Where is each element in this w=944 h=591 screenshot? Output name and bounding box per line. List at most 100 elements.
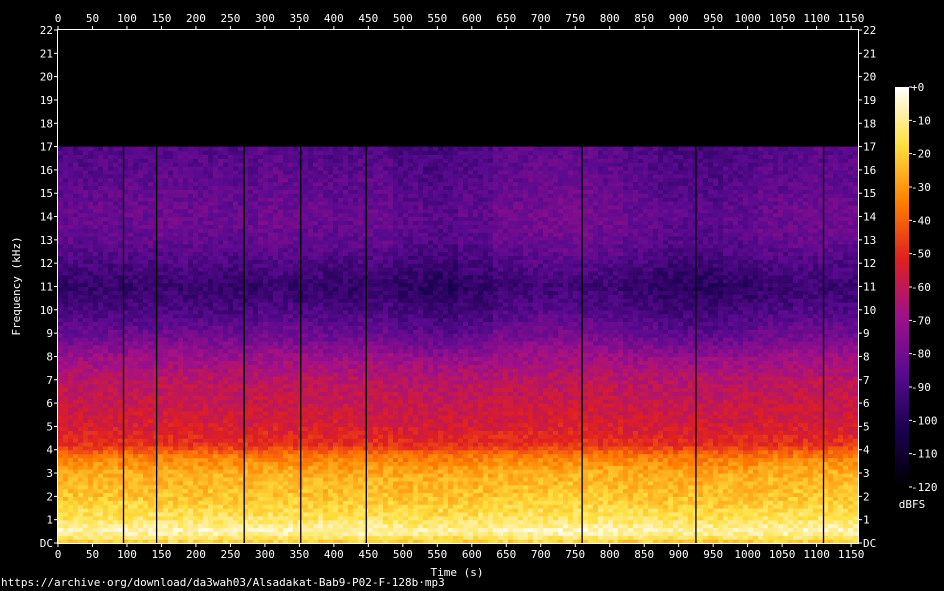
spectrogram-cell bbox=[63, 496, 69, 501]
spectrogram-cell bbox=[218, 469, 224, 474]
spectrogram-cell bbox=[498, 523, 504, 529]
spectrogram-cell bbox=[278, 476, 284, 482]
spectrogram-cell bbox=[218, 492, 224, 497]
spectrogram-cell bbox=[433, 445, 439, 451]
spectrogram-cell bbox=[828, 504, 834, 509]
spectrogram-cell bbox=[383, 492, 389, 497]
spectrogram-cell bbox=[258, 523, 264, 529]
spectrogram-cell bbox=[373, 461, 379, 466]
spectrogram-cell bbox=[288, 480, 294, 486]
spectrogram-cell bbox=[188, 453, 194, 459]
spectrogram-cell bbox=[768, 426, 774, 431]
spectrogram-cell bbox=[148, 453, 154, 459]
spectrogram-cell bbox=[208, 430, 214, 435]
spectrogram-cell bbox=[473, 434, 479, 439]
spectrogram-cell bbox=[483, 441, 489, 447]
spectrogram-cell bbox=[218, 496, 224, 501]
spectrogram-cell bbox=[543, 434, 549, 439]
spectrogram-cell bbox=[408, 480, 414, 486]
spectrogram-cell bbox=[153, 519, 159, 525]
spectrogram-cell bbox=[398, 519, 404, 525]
spectrogram-cell bbox=[313, 453, 319, 459]
spectrogram-cell bbox=[708, 453, 714, 459]
spectrogram-cell bbox=[833, 500, 839, 505]
spectrogram-cell bbox=[508, 473, 514, 478]
spectrogram-cell bbox=[803, 511, 809, 517]
spectrogram-cell bbox=[718, 535, 724, 540]
spectrogram-cell bbox=[103, 418, 109, 424]
spectrogram-cell bbox=[233, 457, 239, 462]
spectrogram-cell bbox=[773, 449, 779, 455]
spectrogram-cell bbox=[268, 422, 274, 428]
spectrogram-cell bbox=[183, 508, 189, 513]
spectrogram-cell bbox=[728, 434, 734, 439]
spectrogram-cell bbox=[718, 473, 724, 478]
spectrogram-cell bbox=[428, 480, 434, 486]
spectrogram-cell bbox=[448, 500, 454, 505]
spectrogram-cell bbox=[153, 449, 159, 455]
spectrogram-cell bbox=[653, 504, 659, 509]
spectrogram-cell bbox=[613, 508, 619, 513]
spectrogram-cell bbox=[153, 500, 159, 505]
spectrogram-cell bbox=[738, 515, 744, 521]
spectrogram-cell bbox=[563, 539, 569, 544]
spectrogram-cell bbox=[303, 438, 309, 443]
spectrogram-cell bbox=[228, 527, 234, 532]
spectrogram-cell bbox=[643, 422, 649, 428]
spectrogram-cell bbox=[698, 438, 704, 443]
spectrogram-cell bbox=[373, 488, 379, 494]
spectrogram-cell bbox=[678, 422, 684, 428]
spectrogram-cell bbox=[698, 476, 704, 482]
spectrogram-cell bbox=[323, 508, 329, 513]
spectrogram-cell bbox=[708, 484, 714, 490]
spectrogram-cell bbox=[588, 539, 594, 544]
spectrogram-cell bbox=[443, 488, 449, 494]
spectrogram-cell bbox=[763, 422, 769, 428]
spectrogram-cell bbox=[498, 535, 504, 540]
spectrogram-cell bbox=[273, 445, 279, 451]
spectrogram-cell bbox=[658, 484, 664, 490]
spectrogram-cell bbox=[468, 457, 474, 462]
spectrogram-cell bbox=[473, 519, 479, 525]
spectrogram-cell bbox=[338, 453, 344, 459]
spectrogram-cell bbox=[708, 445, 714, 451]
spectrogram-cell bbox=[308, 469, 314, 474]
spectrogram-cell bbox=[663, 430, 669, 435]
spectrogram-cell bbox=[228, 473, 234, 478]
spectrogram-cell bbox=[513, 511, 519, 517]
spectrogram-cell bbox=[203, 434, 209, 439]
spectrogram-cell bbox=[153, 457, 159, 462]
spectrogram-cell bbox=[383, 531, 389, 536]
spectrogram-cell bbox=[543, 535, 549, 540]
spectrogram-cell bbox=[208, 480, 214, 486]
spectrogram-cell bbox=[608, 539, 614, 544]
spectrogram-cell bbox=[658, 445, 664, 451]
spectrogram-cell bbox=[778, 531, 784, 536]
spectrogram-cell bbox=[553, 441, 559, 447]
spectrogram-cell bbox=[753, 434, 759, 439]
spectrogram-cell bbox=[448, 438, 454, 443]
spectrogram-cell bbox=[333, 527, 339, 532]
spectrogram-cell bbox=[748, 508, 754, 513]
spectrogram-cell bbox=[733, 527, 739, 532]
spectrogram-cell bbox=[403, 441, 409, 447]
spectrogram-cell bbox=[138, 523, 144, 529]
spectrogram-cell bbox=[458, 476, 464, 482]
spectrogram-cell bbox=[63, 511, 69, 517]
spectrogram-cell bbox=[638, 449, 644, 455]
spectrogram-plot bbox=[57, 29, 859, 544]
spectrogram-cell bbox=[128, 492, 134, 497]
spectrogram-cell bbox=[608, 445, 614, 451]
spectrogram-cell bbox=[523, 476, 529, 482]
spectrogram-cell bbox=[188, 519, 194, 525]
spectrogram-cell bbox=[403, 492, 409, 497]
spectrogram-cell bbox=[703, 523, 709, 529]
spectrogram-cell bbox=[238, 438, 244, 443]
spectrogram-cell bbox=[733, 465, 739, 470]
spectrogram-cell bbox=[223, 508, 229, 513]
spectrogram-cell bbox=[493, 511, 499, 517]
spectrogram-cell bbox=[778, 445, 784, 451]
spectrogram-cell bbox=[58, 418, 64, 424]
spectrogram-cell bbox=[583, 445, 589, 451]
spectrogram-cell bbox=[373, 496, 379, 501]
